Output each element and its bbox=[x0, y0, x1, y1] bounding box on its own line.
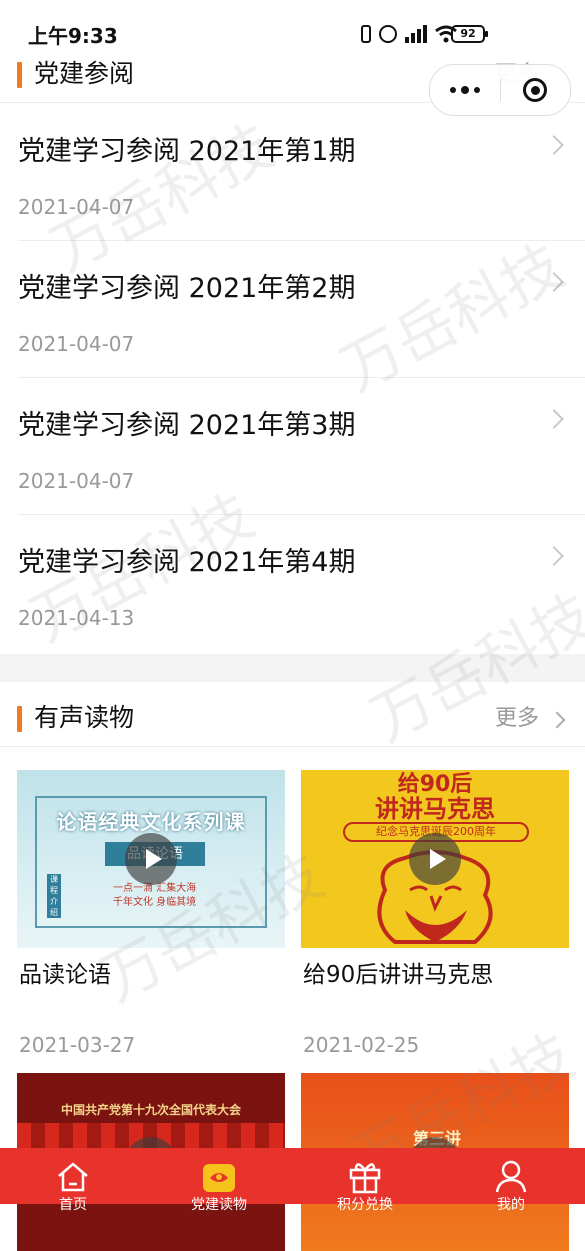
article-date: 2021-04-07 bbox=[18, 469, 135, 493]
article-item[interactable]: 党建学习参阅 2021年第4期 2021-04-13 bbox=[0, 515, 585, 652]
audio-thumbnail: 论语经典文化系列课 品读论语 课程介绍 一点一滴 汇集大海千年文化 身临其境 bbox=[17, 770, 285, 948]
tab-home[interactable]: 首页 bbox=[0, 1148, 146, 1213]
tab-books[interactable]: 党建读物 bbox=[146, 1148, 292, 1213]
tab-label: 积分兑换 bbox=[337, 1197, 393, 1213]
play-icon[interactable] bbox=[409, 833, 461, 885]
bottom-tab-bar: 首页 党建读物 积分兑换 我的 bbox=[0, 1148, 585, 1213]
dots-icon bbox=[449, 87, 456, 93]
audio-card[interactable]: 给90后 讲讲马克思 纪念马克思诞辰200周年 给90后讲讲马克思 2021-0… bbox=[301, 770, 569, 1057]
capsule-more-button[interactable] bbox=[430, 65, 500, 115]
audio-title: 给90后讲讲马克思 bbox=[303, 962, 494, 988]
audio-thumbnail: 给90后 讲讲马克思 纪念马克思诞辰200周年 bbox=[301, 770, 569, 948]
article-title: 党建学习参阅 2021年第2期 bbox=[18, 273, 356, 304]
audio-date: 2021-03-27 bbox=[19, 1033, 136, 1057]
article-title: 党建学习参阅 2021年第1期 bbox=[18, 136, 356, 167]
tab-points[interactable]: 积分兑换 bbox=[292, 1148, 438, 1213]
accent-bar bbox=[17, 706, 22, 732]
audio-date: 2021-02-25 bbox=[303, 1033, 420, 1057]
audio-title: 品读论语 bbox=[19, 962, 111, 988]
thumb-heading: 论语经典文化系列课 bbox=[56, 810, 246, 834]
home-icon bbox=[58, 1162, 88, 1192]
section-title: 党建参阅 bbox=[34, 59, 135, 88]
article-item[interactable]: 党建学习参阅 2021年第2期 2021-04-07 bbox=[0, 241, 585, 378]
battery-icon: 92 bbox=[451, 25, 488, 43]
book-icon bbox=[203, 1164, 235, 1192]
more-text: 更多 bbox=[494, 706, 539, 731]
status-time: 上午9:33 bbox=[28, 24, 118, 48]
status-icons bbox=[361, 25, 457, 43]
chevron-right-icon bbox=[544, 409, 564, 429]
thumb-line-2: 讲讲马克思 bbox=[375, 795, 495, 823]
accent-bar bbox=[17, 62, 22, 88]
play-icon[interactable] bbox=[125, 833, 177, 885]
article-title: 党建学习参阅 2021年第4期 bbox=[18, 547, 356, 578]
status-bar: 上午9:33 92 bbox=[0, 0, 585, 48]
thumb-side: 课程介绍 bbox=[47, 874, 61, 918]
chevron-right-icon bbox=[544, 272, 564, 292]
vibrate-icon bbox=[361, 25, 371, 43]
tab-label: 首页 bbox=[59, 1197, 87, 1213]
thumb-banner: 中国共产党第十九次全国代表大会 bbox=[60, 1103, 241, 1117]
article-item[interactable]: 党建学习参阅 2021年第1期 2021-04-07 bbox=[0, 104, 585, 241]
thumb-verse: 一点一滴 汇集大海 千年文化 身临其境 bbox=[113, 883, 197, 908]
section-title: 有声读物 bbox=[34, 703, 135, 732]
user-icon bbox=[495, 1160, 527, 1193]
capsule-close-button[interactable] bbox=[501, 65, 571, 115]
alarm-icon bbox=[379, 25, 397, 43]
tab-label: 我的 bbox=[497, 1197, 525, 1213]
audio-card[interactable]: 论语经典文化系列课 品读论语 课程介绍 一点一滴 汇集大海千年文化 身临其境 品… bbox=[17, 770, 285, 1057]
article-title: 党建学习参阅 2021年第3期 bbox=[18, 410, 356, 441]
article-date: 2021-04-13 bbox=[18, 606, 135, 630]
chevron-right-icon bbox=[544, 546, 564, 566]
miniprogram-capsule bbox=[429, 64, 571, 116]
signal-icon bbox=[405, 25, 427, 43]
gift-icon bbox=[349, 1163, 381, 1194]
section-gap bbox=[0, 654, 585, 682]
tab-label: 党建读物 bbox=[191, 1197, 247, 1213]
target-icon bbox=[523, 78, 548, 102]
article-item[interactable]: 党建学习参阅 2021年第3期 2021-04-07 bbox=[0, 378, 585, 515]
article-date: 2021-04-07 bbox=[18, 195, 135, 219]
section-header-audio: 有声读物 更多 bbox=[0, 688, 585, 747]
chevron-right-icon bbox=[544, 135, 564, 155]
tab-mine[interactable]: 我的 bbox=[438, 1148, 584, 1213]
article-date: 2021-04-07 bbox=[18, 332, 135, 356]
